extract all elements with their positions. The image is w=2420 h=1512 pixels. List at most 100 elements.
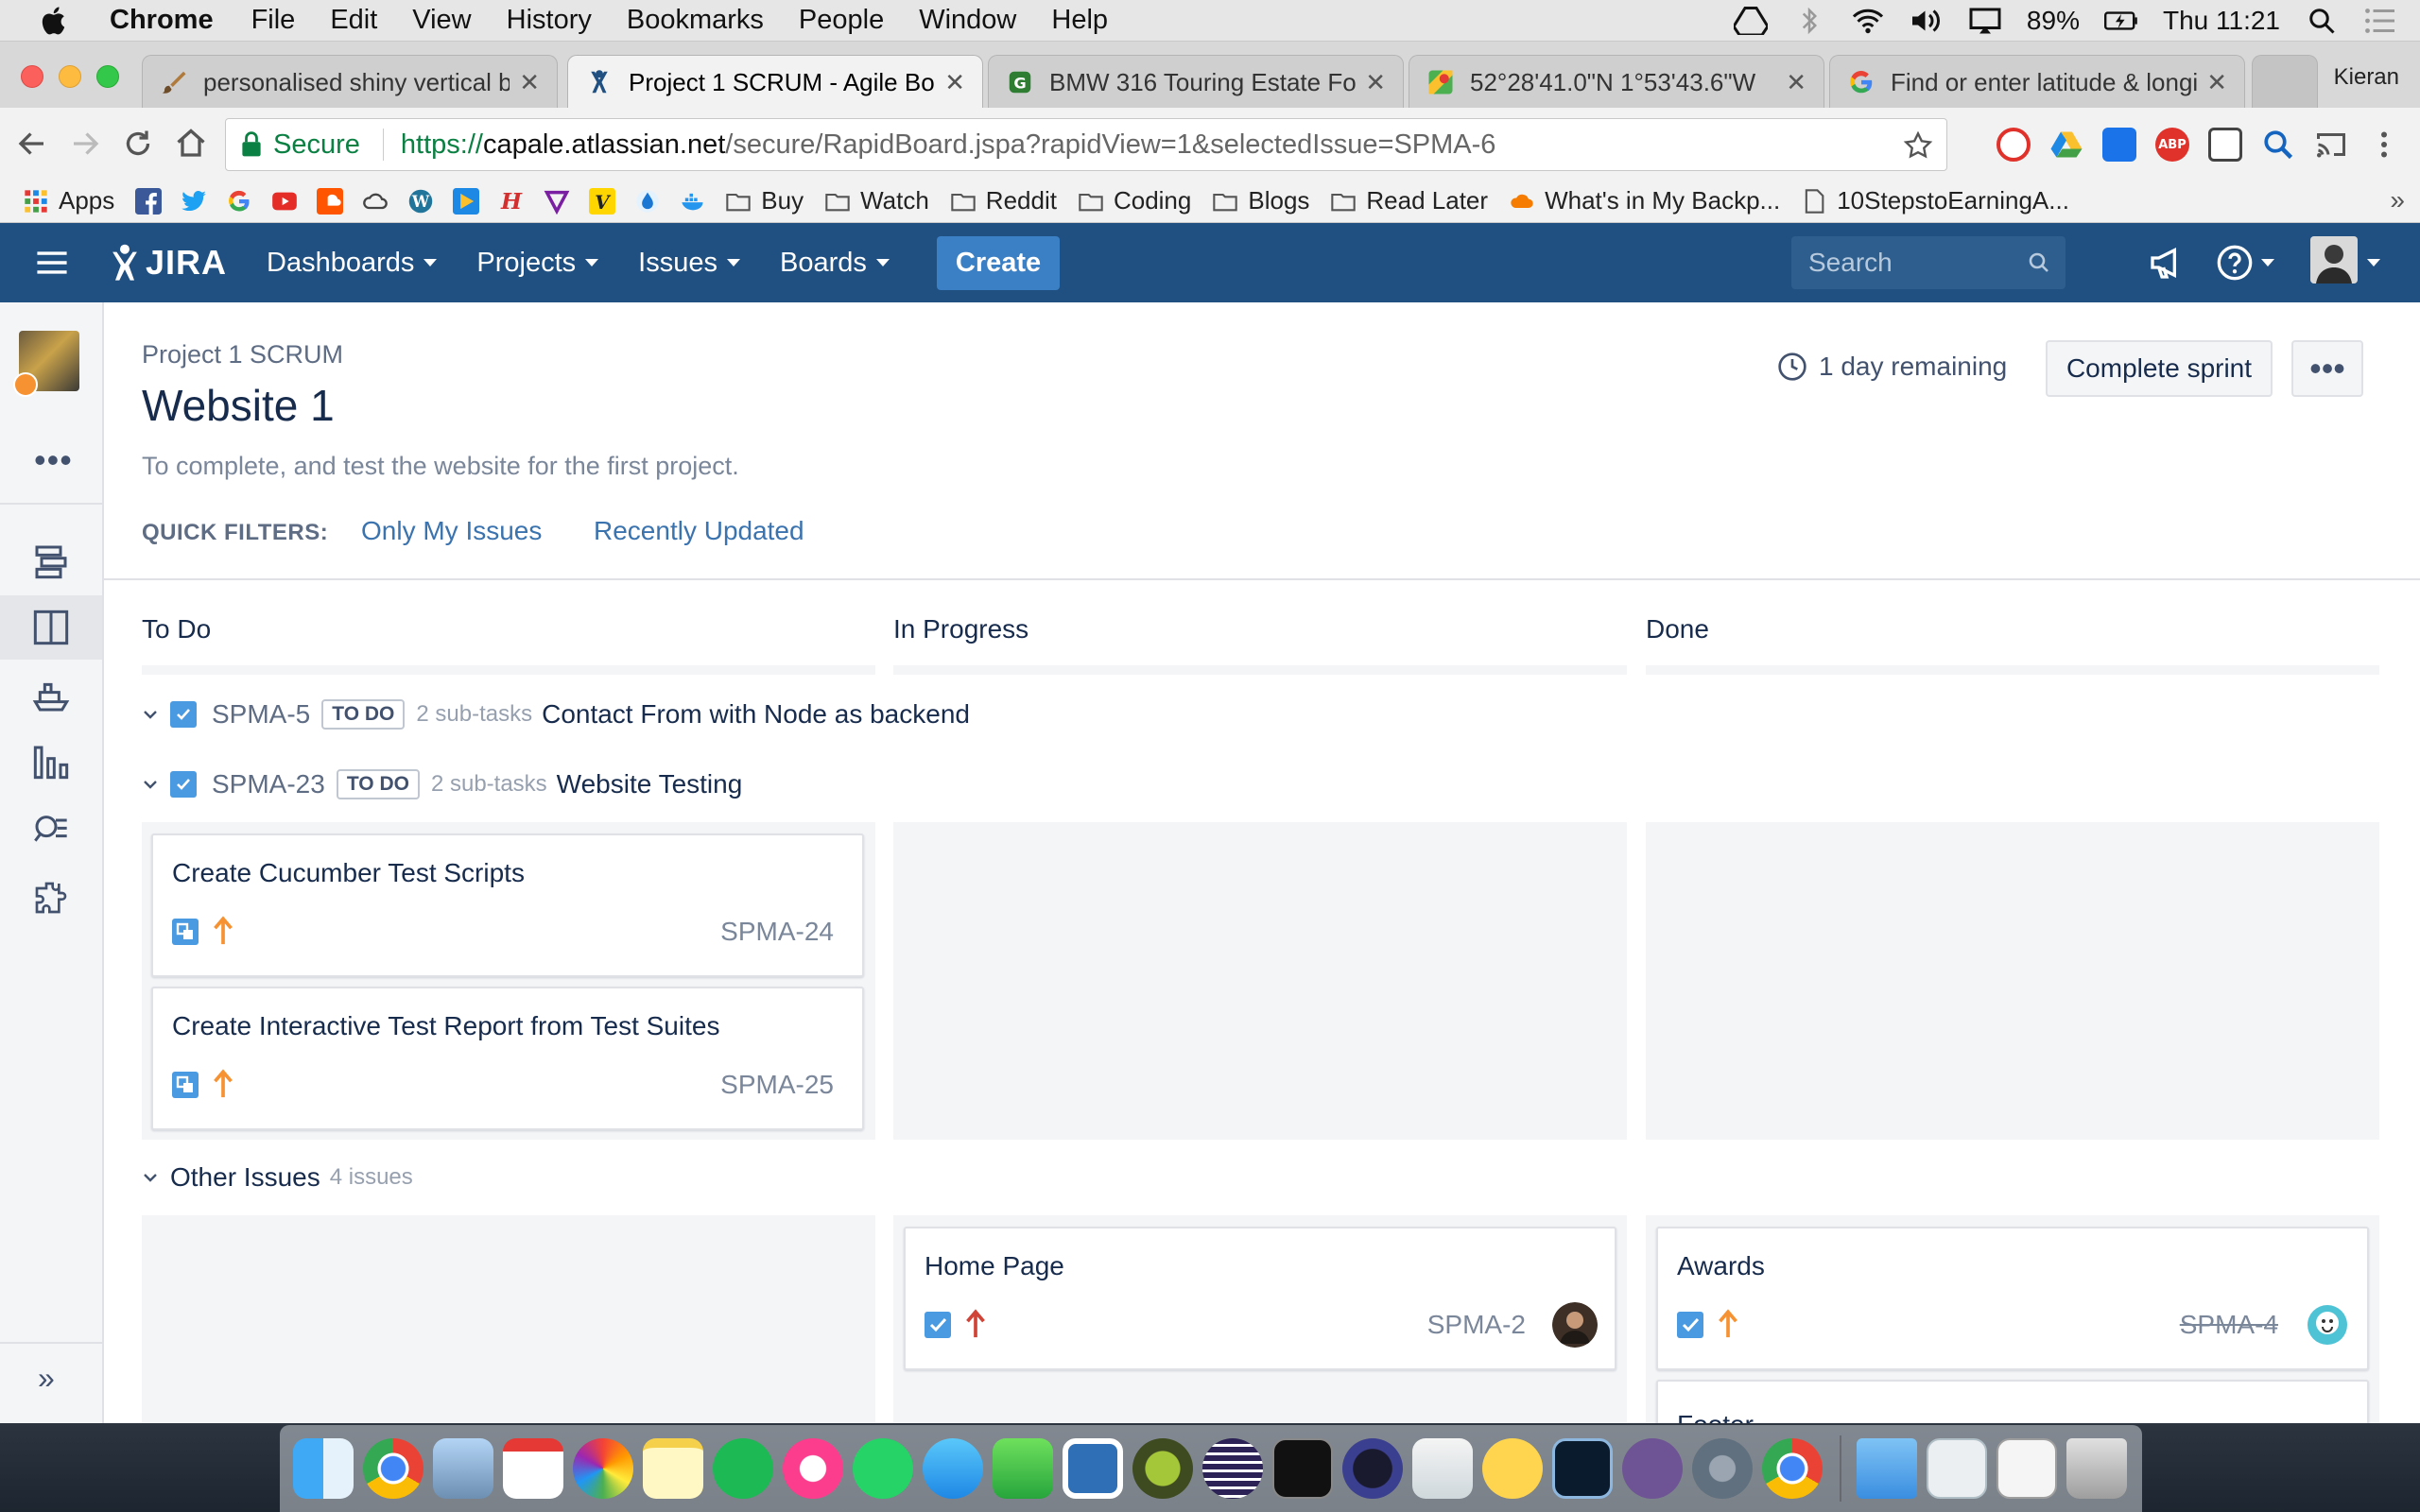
notification-center-icon[interactable]	[2363, 7, 2397, 35]
bookmark-folder-coding[interactable]: Coding	[1078, 186, 1191, 215]
bookmark-folder-read-later[interactable]: Read Later	[1330, 186, 1488, 215]
downloads-stack-icon[interactable]	[1996, 1438, 2057, 1499]
lightroom-icon[interactable]	[1552, 1438, 1613, 1499]
wifi-icon[interactable]	[1851, 7, 1885, 35]
swimlane-header[interactable]: SPMA-23 TO DO 2 sub-tasks Website Testin…	[142, 769, 742, 799]
github-desktop-icon[interactable]	[1622, 1438, 1683, 1499]
bookmark-apps[interactable]: Apps	[23, 186, 114, 215]
chrome-menu-icon[interactable]	[2367, 128, 2401, 162]
menu-app-name[interactable]: Chrome	[110, 5, 214, 36]
card-issue-key-resolved[interactable]: SPMA-4	[2180, 1310, 2278, 1340]
quick-filter-only-my-issues[interactable]: Only My Issues	[361, 516, 542, 546]
bookmark-star-icon[interactable]	[1903, 130, 1933, 161]
messages-icon[interactable]	[923, 1438, 983, 1499]
reports-chart-icon[interactable]	[32, 743, 70, 781]
user-avatar[interactable]	[2310, 236, 2358, 284]
app-split-icon[interactable]	[1063, 1438, 1123, 1499]
lightbulb-app-icon[interactable]	[1482, 1438, 1543, 1499]
calendar-icon[interactable]	[503, 1438, 563, 1499]
tab-close-icon[interactable]: ✕	[519, 68, 540, 97]
bookmark-folder-blogs[interactable]: Blogs	[1212, 186, 1309, 215]
window-close-button[interactable]	[21, 65, 43, 88]
help-icon[interactable]	[2216, 244, 2254, 282]
card-issue-key[interactable]: SPMA-25	[720, 1070, 834, 1100]
card-issue-key[interactable]: SPMA-24	[720, 917, 834, 947]
menu-clock[interactable]: Thu 11:21	[2163, 6, 2280, 36]
calendar-extension-icon[interactable]	[2102, 128, 2136, 162]
profile-name[interactable]: Kieran	[2334, 64, 2399, 91]
documents-stack-icon[interactable]	[1927, 1438, 1987, 1499]
spotify-icon[interactable]	[713, 1438, 773, 1499]
issue-card[interactable]: Awards SPMA-4	[1656, 1227, 2369, 1370]
chevron-down-icon[interactable]	[142, 1169, 159, 1186]
caret-down-icon[interactable]	[2261, 259, 2274, 266]
releases-ship-icon[interactable]	[32, 677, 70, 714]
megaphone-feedback-icon[interactable]	[2148, 244, 2186, 282]
caret-down-icon[interactable]	[2367, 259, 2380, 266]
backlog-icon[interactable]	[32, 542, 70, 580]
tab-close-icon[interactable]: ✕	[1786, 68, 1806, 97]
bookmark-docker[interactable]	[680, 188, 706, 215]
bookmark-soundcloud[interactable]	[317, 187, 344, 215]
bookmark-10-steps[interactable]: 10StepstoEarningA...	[1801, 186, 2069, 215]
jira-logo[interactable]: JIRA	[108, 243, 227, 283]
more-dots-icon[interactable]: •••	[34, 440, 73, 480]
bookmark-folder-watch[interactable]: Watch	[824, 186, 929, 215]
swimlane-header-other-issues[interactable]: Other Issues 4 issues	[142, 1162, 413, 1193]
bookmark-droplet[interactable]	[634, 188, 661, 215]
bookmark-folder-reddit[interactable]: Reddit	[950, 186, 1057, 215]
bookmark-youtube[interactable]	[271, 188, 298, 215]
spotlight-search-icon[interactable]	[2305, 7, 2339, 35]
window-maximize-button[interactable]	[96, 65, 119, 88]
issue-key[interactable]: SPMA-23	[212, 769, 325, 799]
chevron-down-icon[interactable]	[142, 776, 159, 793]
whatsapp-icon[interactable]	[853, 1438, 913, 1499]
menu-view[interactable]: View	[412, 5, 471, 36]
adblock-plus-extension-icon[interactable]: ABP	[2155, 128, 2189, 162]
assignee-avatar[interactable]	[2305, 1302, 2350, 1348]
bookmark-hackaday[interactable]: H	[498, 188, 525, 215]
browser-tab[interactable]: personalised shiny vertical ba ✕	[142, 55, 558, 109]
bookmark-whats-in-my-backpack[interactable]: What's in My Backp...	[1509, 186, 1780, 215]
bookmark-cloud[interactable]	[362, 188, 389, 215]
active-sprints-board-icon[interactable]	[32, 609, 70, 646]
quick-filter-recently-updated[interactable]: Recently Updated	[594, 516, 804, 546]
airplay-icon[interactable]	[1968, 7, 2002, 35]
bookmark-twitter[interactable]	[181, 188, 207, 215]
tab-close-icon[interactable]: ✕	[944, 68, 965, 97]
nav-projects[interactable]: Projects	[476, 248, 599, 279]
issue-card[interactable]: Create Cucumber Test Scripts SPMA-24	[151, 833, 864, 977]
battery-charging-icon[interactable]	[2103, 7, 2138, 35]
notes-icon[interactable]	[643, 1438, 703, 1499]
project-avatar[interactable]	[13, 331, 79, 397]
opera-vpn-extension-icon[interactable]	[1996, 128, 2031, 162]
assignee-avatar[interactable]	[1552, 1302, 1598, 1348]
apple-icon[interactable]	[38, 4, 72, 38]
bookmark-vector[interactable]	[544, 188, 570, 215]
photos-icon[interactable]	[573, 1438, 633, 1499]
reload-icon[interactable]	[121, 127, 155, 161]
lightbulb-extension-icon[interactable]	[2208, 128, 2242, 162]
home-icon[interactable]	[174, 127, 208, 161]
google-drive-extension-icon[interactable]	[2049, 128, 2083, 162]
card-issue-key[interactable]: SPMA-2	[1427, 1310, 1526, 1340]
issue-card[interactable]: Footer	[1656, 1380, 2369, 1423]
bookmark-v[interactable]: V	[589, 187, 616, 215]
bookmark-google-play[interactable]	[453, 187, 480, 215]
issues-search-icon[interactable]	[32, 811, 70, 849]
bookmark-google[interactable]	[226, 188, 252, 215]
nav-issues[interactable]: Issues	[638, 248, 740, 279]
browser-tab-active[interactable]: Project 1 SCRUM - Agile Boar ✕	[567, 55, 983, 109]
system-preferences-icon[interactable]	[1692, 1438, 1753, 1499]
preview-icon[interactable]	[1412, 1438, 1473, 1499]
jira-search-input[interactable]: Search	[1791, 236, 2066, 289]
hamburger-menu-icon[interactable]	[36, 249, 68, 277]
create-issue-button[interactable]: Create	[936, 235, 1061, 290]
complete-sprint-button[interactable]: Complete sprint	[2046, 340, 2273, 397]
issue-card[interactable]: Home Page SPMA-2	[904, 1227, 1616, 1370]
google-drive-status-icon[interactable]	[1733, 7, 1768, 35]
menu-people[interactable]: People	[799, 5, 884, 36]
menu-history[interactable]: History	[507, 5, 592, 36]
back-arrow-icon[interactable]	[15, 127, 49, 161]
nav-dashboards[interactable]: Dashboards	[267, 248, 438, 279]
